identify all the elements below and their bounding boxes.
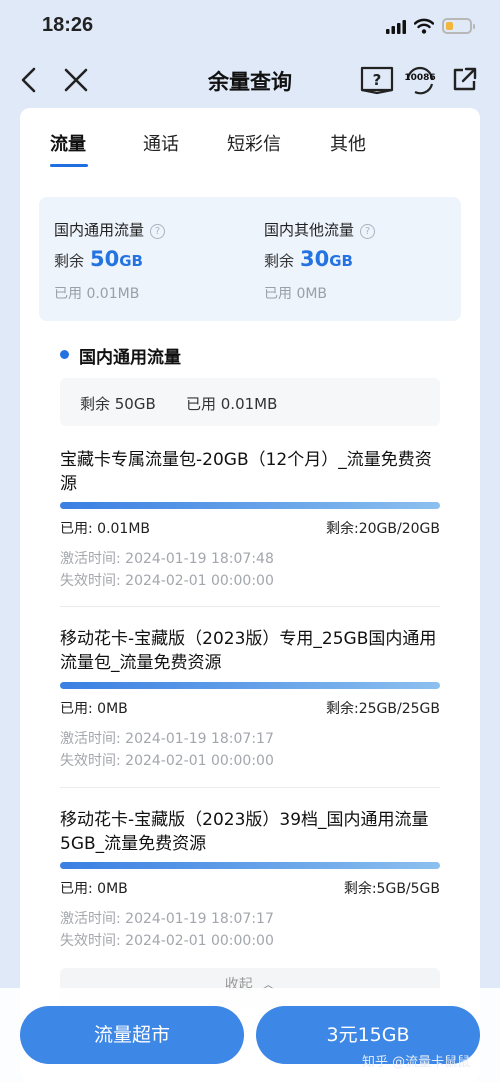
cellular-signal-icon [386, 20, 406, 34]
package-used: 已用: 0MB [60, 881, 128, 897]
activation-time: 激活时间: 2024-01-19 18:07:17 [60, 911, 274, 927]
data-summary-panel: 国内通用流量? 剩余 50GB 已用 0.01MB 国内其他流量? 剩余 30GB … [39, 197, 461, 321]
help-book-icon[interactable]: ? [360, 65, 394, 95]
package-remain: 剩余:25GB/25GB [326, 701, 440, 717]
used-amount: 已用 0.01MB [54, 286, 140, 302]
remain-unit: GB [329, 252, 353, 270]
expiry-time: 失效时间: 2024-02-01 00:00:00 [60, 573, 274, 589]
used-amount: 已用 0MB [264, 286, 328, 302]
usage-progress-bar [60, 682, 440, 689]
status-bar: 18:26 [0, 0, 500, 54]
remain-unit: GB [119, 252, 143, 270]
data-market-button[interactable]: 流量超市 [20, 1006, 244, 1064]
tab-calls[interactable]: 通话 [143, 130, 179, 156]
section-remain: 剩余 50GB [80, 395, 156, 413]
summary-label: 国内通用流量 [54, 221, 145, 239]
active-tab-indicator [50, 164, 88, 167]
domestic-other-summary[interactable]: 国内其他流量? 剩余 30GB 已用 0MB [264, 197, 464, 321]
package-used: 已用: 0MB [60, 701, 128, 717]
package-remain: 剩余:20GB/20GB [326, 521, 440, 537]
package-remain: 剩余:5GB/5GB [343, 881, 440, 897]
section-bullet [60, 350, 69, 359]
remain-prefix: 剩余 [54, 252, 85, 270]
nav-bar: 余量查询 ? 10086 [0, 54, 500, 106]
tab-data[interactable]: 流量 [50, 130, 86, 156]
remain-prefix: 剩余 [264, 252, 295, 270]
svg-text:?: ? [373, 71, 382, 89]
package-name: 宝藏卡专属流量包-20GB（12个月）_流量免费资源 [60, 450, 432, 494]
package-name: 移动花卡-宝藏版（2023版）39档_国内通用流量5GB_流量免费资源 [60, 810, 429, 854]
expiry-time: 失效时间: 2024-02-01 00:00:00 [60, 753, 274, 769]
package-used: 已用: 0.01MB [60, 521, 151, 537]
domestic-general-summary[interactable]: 国内通用流量? 剩余 50GB 已用 0.01MB [54, 197, 254, 321]
divider [60, 787, 440, 788]
summary-label: 国内其他流量 [264, 221, 355, 239]
battery-icon [442, 18, 475, 34]
usage-progress-bar [60, 862, 440, 869]
divider [60, 606, 440, 607]
tab-bar: 流量 通话 短彩信 其他 [20, 108, 480, 172]
status-time: 18:26 [42, 14, 94, 36]
expiry-time: 失效时间: 2024-02-01 00:00:00 [60, 933, 274, 949]
help-icon[interactable]: ? [360, 224, 376, 239]
activation-time: 激活时间: 2024-01-19 18:07:48 [60, 551, 274, 567]
watermark: 知乎 @流量卡鼠鼠 [362, 1055, 471, 1070]
activation-time: 激活时间: 2024-01-19 18:07:17 [60, 731, 274, 747]
help-icon[interactable]: ? [150, 224, 166, 239]
main-card: 流量 通话 短彩信 其他 国内通用流量? 剩余 50GB 已用 0.01MB 国内… [20, 108, 480, 1082]
wifi-icon [414, 18, 434, 34]
section-title: 国内通用流量 [79, 348, 181, 368]
customer-service-icon[interactable]: 10086 [403, 63, 437, 97]
usage-progress-bar [60, 502, 440, 509]
tab-sms[interactable]: 短彩信 [227, 130, 281, 156]
remain-value: 50 [90, 247, 120, 271]
package-name: 移动花卡-宝藏版（2023版）专用_25GB国内通用流量包_流量免费资源 [60, 629, 437, 673]
tab-other[interactable]: 其他 [330, 130, 366, 156]
share-icon[interactable] [452, 66, 478, 92]
remain-value: 30 [300, 247, 330, 271]
service-number-label: 10086 [404, 73, 436, 83]
section-used: 已用 0.01MB [186, 395, 278, 413]
section-totals: 剩余 50GB 已用 0.01MB [60, 378, 440, 426]
